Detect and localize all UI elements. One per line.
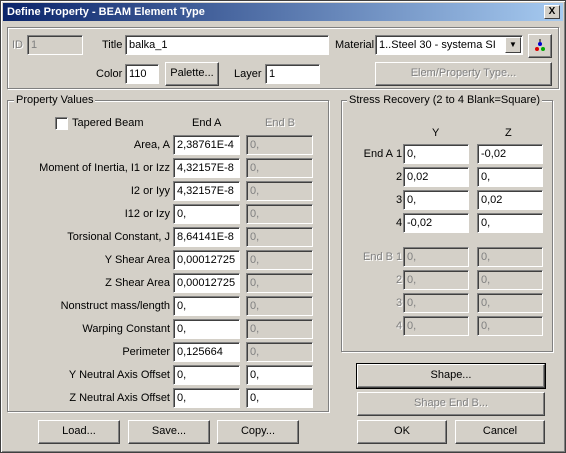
end-a-input[interactable]: 0, — [173, 319, 240, 339]
end_b-label: End B — [363, 251, 393, 263]
ok-button[interactable]: OK — [357, 420, 447, 444]
color-label: Color — [96, 68, 123, 80]
end_a-label: End A — [363, 148, 393, 160]
stress-y-input: 0, — [403, 293, 469, 313]
stress-y-input: 0, — [403, 316, 469, 336]
palette-button[interactable]: Palette... — [165, 62, 219, 86]
end-b-input: 0, — [246, 342, 313, 362]
stress-point-number: 3 — [395, 194, 403, 206]
copy-button[interactable]: Copy... — [217, 420, 299, 444]
z-header: Z — [505, 127, 512, 139]
stress-z-input[interactable]: 0, — [477, 167, 543, 187]
stress-recovery-title: Stress Recovery (2 to 4 Blank=Square) — [347, 94, 543, 107]
chevron-down-icon[interactable]: ▼ — [505, 37, 521, 53]
end-b-input[interactable]: 0, — [246, 365, 313, 385]
stress-point-number: 2 — [395, 171, 403, 183]
cancel-button[interactable]: Cancel — [455, 420, 545, 444]
tapered-beam-checkbox[interactable] — [55, 117, 68, 130]
stress-point-number: 4 — [395, 320, 403, 332]
property-values-title: Property Values — [14, 94, 96, 107]
material-label: Material — [335, 39, 375, 51]
shape-button[interactable]: Shape... — [356, 363, 546, 389]
end-a-input[interactable]: 0, — [173, 365, 240, 385]
window-title: Define Property - BEAM Element Type — [7, 6, 205, 18]
material-value: 1..Steel 30 - systema SI — [379, 39, 496, 51]
property-label: Perimeter — [122, 346, 170, 358]
elem-property-type-button[interactable]: Elem/Property Type... — [375, 62, 552, 86]
y-header: Y — [432, 127, 440, 139]
property-label: Warping Constant — [82, 323, 170, 335]
end-a-input[interactable]: 0,00012725 — [173, 250, 240, 270]
end-b-input: 0, — [246, 227, 313, 247]
stress-z-input: 0, — [477, 247, 543, 267]
end-a-input[interactable]: 4,32157E-8 — [173, 158, 240, 178]
stress-z-input[interactable]: 0,02 — [477, 190, 543, 210]
stress-z-input: 0, — [477, 270, 543, 290]
end-b-input[interactable]: 0, — [246, 388, 313, 408]
property-label: Nonstruct mass/length — [60, 300, 170, 312]
tapered-beam-label: Tapered Beam — [72, 117, 144, 129]
stress-point-number: 1 — [395, 148, 403, 160]
end-b-header: End B — [265, 117, 295, 129]
material-pick-button[interactable] — [528, 34, 552, 58]
layer-input[interactable]: 1 — [265, 64, 320, 84]
stress-y-input: 0, — [403, 270, 469, 290]
title-input[interactable]: balka_1 — [125, 35, 329, 55]
color-input[interactable]: 110 — [125, 64, 159, 84]
stress-z-input[interactable]: -0,02 — [477, 144, 543, 164]
end-a-header: End A — [192, 117, 222, 129]
property-label: I12 or Izy — [124, 208, 170, 220]
end-b-input: 0, — [246, 204, 313, 224]
property-label: Moment of Inertia, I1 or Izz — [39, 162, 170, 174]
material-select[interactable]: 1..Steel 30 - systema SI — [375, 35, 523, 55]
stress-point-number: 4 — [395, 217, 403, 229]
stress-y-input[interactable]: 0,02 — [403, 167, 469, 187]
end-a-input[interactable]: 0, — [173, 296, 240, 316]
property-label: Torsional Constant, J — [67, 231, 170, 243]
stress-z-input: 0, — [477, 316, 543, 336]
id-field: 1 — [27, 35, 83, 55]
end-b-input: 0, — [246, 273, 313, 293]
stress-z-input[interactable]: 0, — [477, 213, 543, 233]
property-label: Y Neutral Axis Offset — [68, 369, 170, 381]
end-b-input: 0, — [246, 296, 313, 316]
stress-y-input: 0, — [403, 247, 469, 267]
dialog-window: Define Property - BEAM Element Type X ID… — [0, 0, 566, 453]
end-a-input[interactable]: 0,125664 — [173, 342, 240, 362]
close-button[interactable]: X — [544, 5, 560, 19]
end-b-input: 0, — [246, 181, 313, 201]
end-a-input[interactable]: 8,64141E-8 — [173, 227, 240, 247]
stress-point-number: 2 — [395, 274, 403, 286]
layer-label: Layer — [234, 68, 262, 80]
end-a-input[interactable]: 4,32157E-8 — [173, 181, 240, 201]
end-b-input: 0, — [246, 319, 313, 339]
end-a-input[interactable]: 0, — [173, 204, 240, 224]
stress-point-number: 1 — [395, 251, 403, 263]
stress-y-input[interactable]: 0, — [403, 190, 469, 210]
end-b-input: 0, — [246, 135, 313, 155]
material-pick-icon — [535, 39, 545, 51]
title-label: Title — [102, 39, 123, 51]
shape-end-b-button[interactable]: Shape End B... — [357, 392, 545, 416]
property-label: Z Neutral Axis Offset — [69, 392, 170, 404]
end-a-input[interactable]: 0,00012725 — [173, 273, 240, 293]
stress-y-input[interactable]: -0,02 — [403, 213, 469, 233]
id-label: ID — [12, 39, 23, 51]
property-label: Y Shear Area — [104, 254, 170, 266]
stress-point-number: 3 — [395, 297, 403, 309]
property-label: Area, A — [133, 139, 170, 151]
load-button[interactable]: Load... — [38, 420, 120, 444]
end-b-input: 0, — [246, 250, 313, 270]
property-label: I2 or Iyy — [130, 185, 170, 197]
end-a-input[interactable]: 0, — [173, 388, 240, 408]
end-a-input[interactable]: 2,38761E-4 — [173, 135, 240, 155]
property-label: Z Shear Area — [105, 277, 170, 289]
stress-y-input[interactable]: 0, — [403, 144, 469, 164]
end-b-input: 0, — [246, 158, 313, 178]
title-bar: Define Property - BEAM Element Type X — [3, 3, 563, 21]
stress-z-input: 0, — [477, 293, 543, 313]
save-button[interactable]: Save... — [128, 420, 210, 444]
